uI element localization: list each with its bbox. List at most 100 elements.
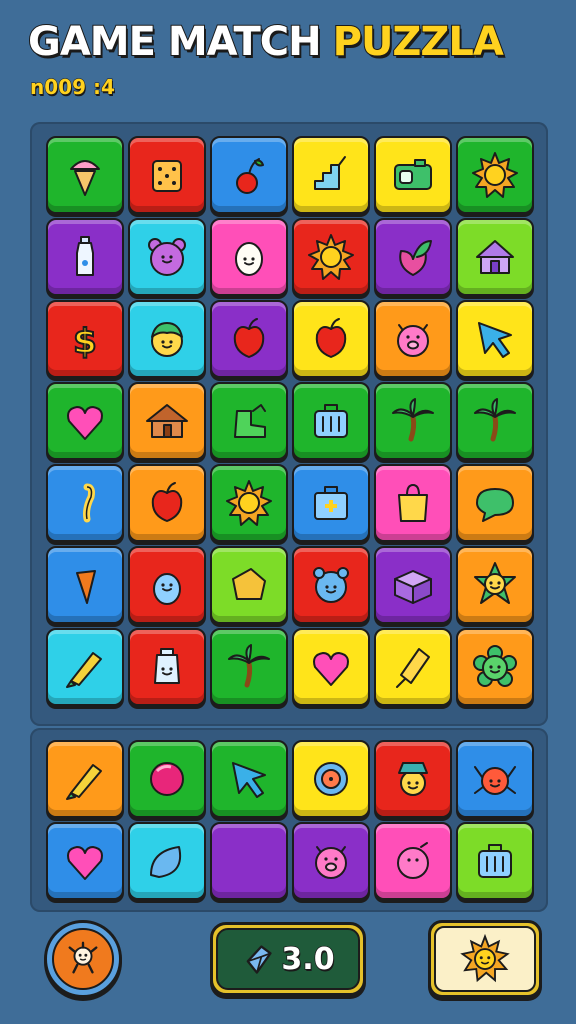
board-tile[interactable] — [210, 382, 288, 460]
sun-icon — [303, 229, 359, 285]
board-tile[interactable] — [374, 464, 452, 542]
board-tile[interactable] — [292, 546, 370, 624]
board-tile[interactable] — [456, 628, 534, 706]
apple-icon — [303, 311, 359, 367]
score-panel: 3.0 — [216, 928, 360, 990]
board-tile[interactable] — [456, 300, 534, 378]
stairs-icon — [303, 147, 359, 203]
tray-tile[interactable] — [374, 740, 452, 818]
board-tile[interactable] — [46, 464, 124, 542]
house-icon — [467, 229, 523, 285]
tray-tile[interactable] — [46, 822, 124, 900]
doll-icon — [52, 928, 114, 990]
score-value: 3.0 — [281, 941, 336, 978]
board-tile[interactable] — [210, 464, 288, 542]
suitcase-icon — [303, 393, 359, 449]
hint-button[interactable] — [428, 920, 542, 998]
palm-tree-icon — [467, 393, 523, 449]
cabin-icon — [139, 393, 195, 449]
arrow-cursor-icon — [467, 311, 523, 367]
board-tile[interactable] — [46, 628, 124, 706]
tray-tile[interactable] — [456, 822, 534, 900]
ice-pop-icon — [385, 639, 441, 695]
pig-face-icon — [385, 311, 441, 367]
board-tile[interactable] — [128, 464, 206, 542]
board-tile[interactable] — [292, 628, 370, 706]
board-tile[interactable] — [292, 218, 370, 296]
board-tile[interactable] — [456, 218, 534, 296]
board-tile[interactable] — [210, 218, 288, 296]
title-word-1: GAME MATCH — [27, 18, 323, 66]
board-tile[interactable] — [128, 136, 206, 214]
tray-tile[interactable] — [128, 740, 206, 818]
dollar-icon: $ — [57, 311, 113, 367]
dice-icon — [139, 147, 195, 203]
board-tile[interactable]: $ — [46, 300, 124, 378]
cheese-icon — [221, 557, 277, 613]
game-title: GAME MATCH PUZZLA — [27, 14, 558, 70]
board-tile[interactable] — [456, 464, 534, 542]
board-tile[interactable] — [374, 218, 452, 296]
crayon-icon — [57, 639, 113, 695]
tray-tile[interactable] — [46, 740, 124, 818]
board-tile[interactable] — [128, 218, 206, 296]
board-tile[interactable] — [374, 300, 452, 378]
board-tile[interactable] — [128, 628, 206, 706]
tray-tile[interactable] — [210, 822, 288, 900]
box-icon — [385, 557, 441, 613]
star-face-icon — [467, 557, 523, 613]
apple-icon — [139, 475, 195, 531]
speech-bubble-icon — [467, 475, 523, 531]
board-tile[interactable] — [210, 300, 288, 378]
board-tile[interactable] — [374, 382, 452, 460]
character-button[interactable] — [44, 920, 122, 998]
board-tile[interactable] — [46, 136, 124, 214]
heart-icon — [57, 393, 113, 449]
board-tile[interactable] — [374, 136, 452, 214]
board-tile[interactable] — [292, 382, 370, 460]
flower-face-icon — [467, 639, 523, 695]
egg-face-icon — [221, 229, 277, 285]
sun-icon — [221, 475, 277, 531]
board-tile[interactable] — [128, 300, 206, 378]
board-tile[interactable] — [128, 382, 206, 460]
heart-icon — [57, 833, 113, 889]
sun-icon — [434, 926, 536, 992]
board-tile[interactable] — [210, 136, 288, 214]
board-tile[interactable] — [128, 546, 206, 624]
board-tile[interactable] — [46, 218, 124, 296]
score-button[interactable]: 3.0 — [210, 922, 366, 996]
board-tile[interactable] — [210, 546, 288, 624]
board-tile[interactable] — [292, 300, 370, 378]
board-tile[interactable] — [46, 546, 124, 624]
tray-tile[interactable] — [374, 822, 452, 900]
board-tile[interactable] — [456, 382, 534, 460]
tray-tile[interactable] — [210, 740, 288, 818]
first-aid-kit-icon — [303, 475, 359, 531]
tray-tile[interactable] — [292, 822, 370, 900]
board-tile[interactable] — [210, 628, 288, 706]
board-tile[interactable] — [374, 628, 452, 706]
board-tile[interactable] — [292, 136, 370, 214]
tray-tile[interactable] — [456, 740, 534, 818]
monster-face-icon — [303, 557, 359, 613]
suitcase-icon — [467, 833, 523, 889]
tray-tile[interactable] — [128, 822, 206, 900]
board-tile[interactable] — [46, 382, 124, 460]
ice-cream-icon — [57, 147, 113, 203]
penguin-icon — [139, 557, 195, 613]
bear-face-icon — [139, 229, 195, 285]
shopping-bag-icon — [385, 475, 441, 531]
crayon-icon — [57, 751, 113, 807]
board-tile[interactable] — [374, 546, 452, 624]
hook-icon — [57, 475, 113, 531]
heart-icon — [303, 639, 359, 695]
board-tile[interactable] — [292, 464, 370, 542]
tray-tile[interactable] — [292, 740, 370, 818]
pig-face-icon — [303, 833, 359, 889]
title-word-2: PUZZLA — [332, 18, 505, 66]
hat-man-icon — [385, 751, 441, 807]
board-tile[interactable] — [456, 136, 534, 214]
boy-face-icon — [139, 311, 195, 367]
board-tile[interactable] — [456, 546, 534, 624]
